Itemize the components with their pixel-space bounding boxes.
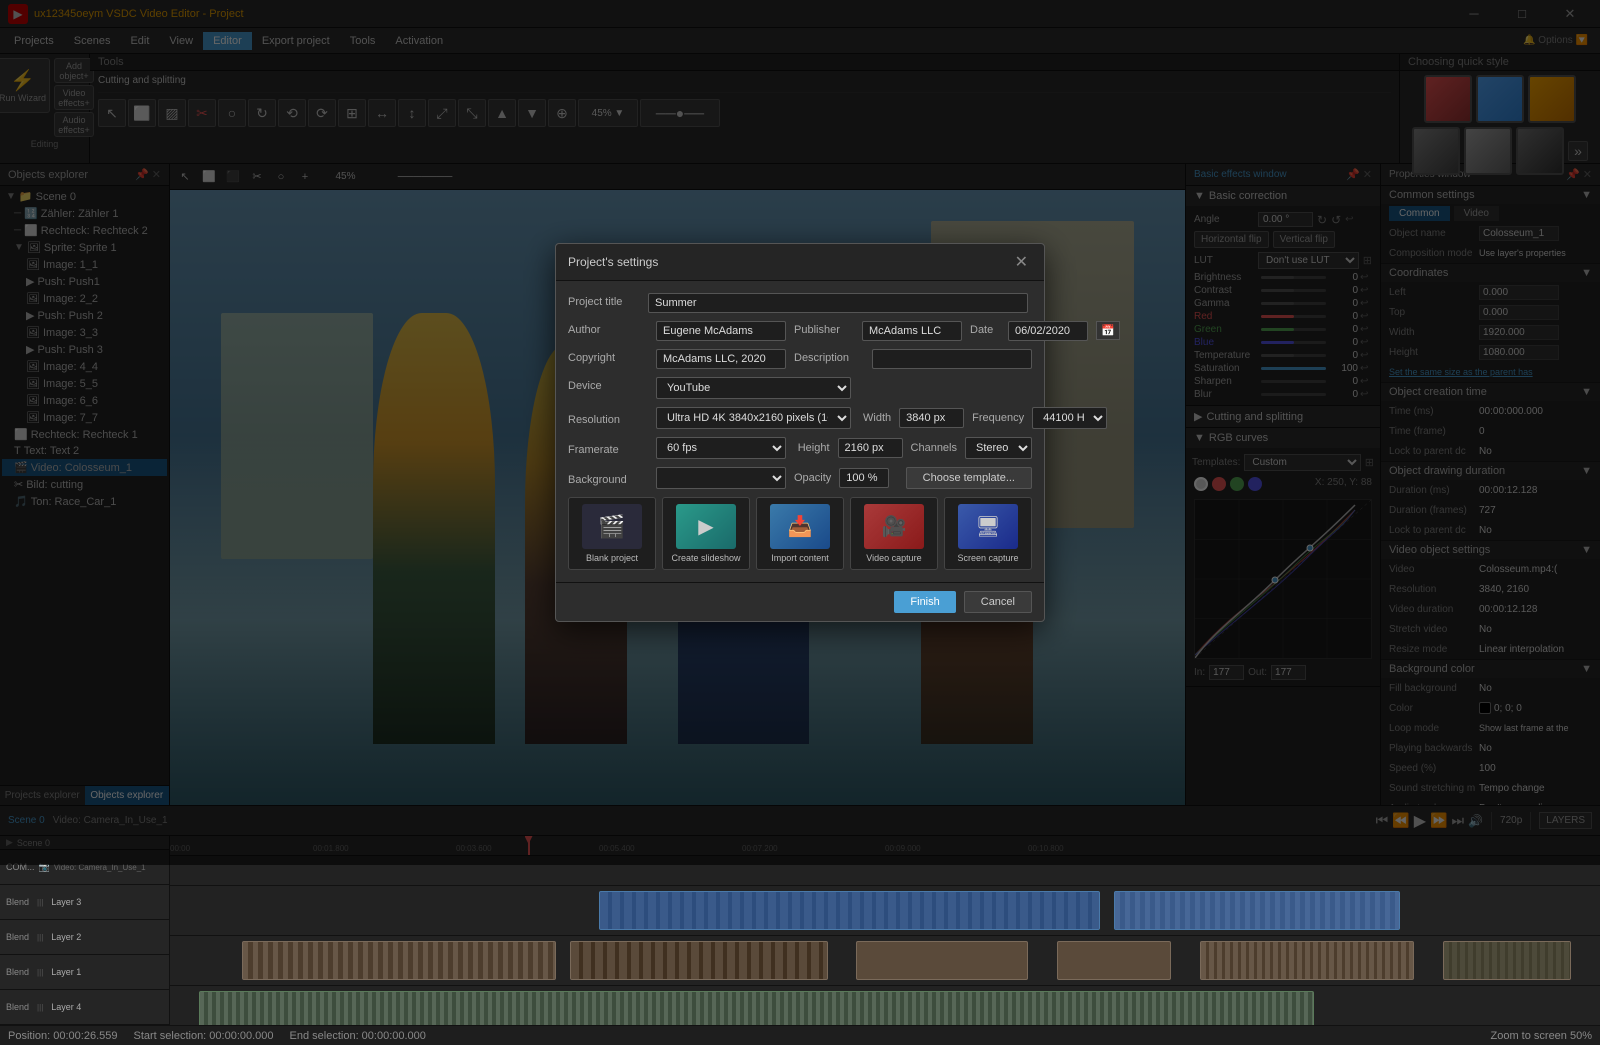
- track-layer3-label: Layer 3: [51, 897, 81, 907]
- template-slideshow-icon: ▶: [676, 504, 736, 549]
- background-select[interactable]: [656, 467, 786, 489]
- clip-layer3-1[interactable]: [599, 891, 1100, 930]
- template-blank[interactable]: 🎬 Blank project: [568, 497, 656, 570]
- template-blank-label: Blank project: [586, 553, 638, 563]
- opacity-input[interactable]: [839, 468, 889, 488]
- clip-layer2-1[interactable]: [242, 941, 557, 980]
- dialog-background-row: Background Opacity Choose template...: [568, 467, 1032, 489]
- template-screen-capture-label: Screen capture: [957, 553, 1018, 563]
- clip-layer2-3[interactable]: [856, 941, 1028, 980]
- framerate-select[interactable]: 60 fps: [656, 437, 786, 459]
- finish-button[interactable]: Finish: [894, 591, 955, 613]
- description-label: Description: [794, 349, 864, 364]
- description-input[interactable]: [872, 349, 1032, 369]
- channels-label: Channels: [911, 442, 957, 454]
- clip-layer3-2[interactable]: [1114, 891, 1400, 930]
- author-label: Author: [568, 321, 648, 336]
- dialog-framerate-row: Framerate 60 fps Height Channels Stereo: [568, 437, 1032, 459]
- width-input[interactable]: [899, 408, 964, 428]
- track-layer1-label: Layer 1: [51, 967, 81, 977]
- choose-template-button[interactable]: Choose template...: [906, 467, 1032, 489]
- template-import-label: Import content: [771, 553, 829, 563]
- dialog-close-button[interactable]: ✕: [1011, 252, 1032, 272]
- width-label: Width: [863, 412, 891, 424]
- dialog-project-title-row: Project title: [568, 293, 1032, 313]
- framerate-label: Framerate: [568, 441, 648, 456]
- publisher-label: Publisher: [794, 321, 854, 336]
- track-blend-label-3: Blend: [6, 897, 29, 907]
- project-title-label: Project title: [568, 293, 648, 308]
- publisher-input[interactable]: [862, 321, 962, 341]
- cancel-button[interactable]: Cancel: [964, 591, 1032, 613]
- clip-layer2-5[interactable]: [1200, 941, 1415, 980]
- modal-overlay: Project's settings ✕ Project title Autho…: [0, 0, 1600, 865]
- end-selection-label: End selection: 00:00:00.000: [290, 1030, 426, 1042]
- template-video-capture-icon: 🎥: [864, 504, 924, 549]
- project-settings-dialog: Project's settings ✕ Project title Autho…: [555, 243, 1045, 622]
- template-import-icon: 📥: [770, 504, 830, 549]
- project-title-input[interactable]: [648, 293, 1028, 313]
- template-grid: 🎬 Blank project ▶ Create slideshow 📥 Imp…: [568, 497, 1032, 570]
- track-label-4: Blend ||| Layer 4: [0, 990, 169, 1025]
- clip-layer2-6[interactable]: [1443, 941, 1572, 980]
- background-label: Background: [568, 471, 648, 486]
- template-slideshow-label: Create slideshow: [671, 553, 740, 563]
- dialog-title: Project's settings: [568, 255, 658, 269]
- track-blend-label-1: Blend: [6, 967, 29, 977]
- template-slideshow[interactable]: ▶ Create slideshow: [662, 497, 750, 570]
- track-layer3: [170, 886, 1600, 936]
- calendar-button[interactable]: 📅: [1096, 321, 1120, 340]
- device-label: Device: [568, 377, 648, 392]
- clip-layer1-main[interactable]: [199, 991, 1314, 1025]
- dialog-title-bar: Project's settings ✕: [556, 244, 1044, 281]
- frequency-select[interactable]: 44100 Hz: [1032, 407, 1107, 429]
- resolution-label: Resolution: [568, 411, 648, 426]
- track-layer2-label: Layer 2: [51, 932, 81, 942]
- template-screen-capture-icon: 🖥: [958, 504, 1018, 549]
- track-blend-label-2: Blend: [6, 932, 29, 942]
- track-layer1: [170, 986, 1600, 1025]
- dialog-device-row: Device YouTube: [568, 377, 1032, 399]
- dialog-footer: Finish Cancel: [556, 582, 1044, 621]
- template-video-capture-label: Video capture: [866, 553, 921, 563]
- height-label: Height: [798, 442, 830, 454]
- track-layer2: [170, 936, 1600, 986]
- track-label-3: Blend ||| Layer 3: [0, 885, 169, 920]
- resolution-select[interactable]: Ultra HD 4K 3840x2160 pixels (16: [656, 407, 851, 429]
- opacity-label: Opacity: [794, 472, 831, 484]
- zoom-to-screen-label: Zoom to screen 50%: [1491, 1030, 1593, 1042]
- start-selection-label: Start selection: 00:00:00.000: [133, 1030, 273, 1042]
- template-blank-icon: 🎬: [582, 504, 642, 549]
- position-label: Position: 00:00:26.559: [8, 1030, 117, 1042]
- track-label-1: Blend ||| Layer 1: [0, 955, 169, 990]
- author-input[interactable]: [656, 321, 786, 341]
- copyright-label: Copyright: [568, 349, 648, 364]
- date-input[interactable]: [1008, 321, 1088, 341]
- template-screen-capture[interactable]: 🖥 Screen capture: [944, 497, 1032, 570]
- clip-layer2-4[interactable]: [1057, 941, 1171, 980]
- status-bar: Position: 00:00:26.559 Start selection: …: [0, 1025, 1600, 1045]
- track-label-2: Blend ||| Layer 2: [0, 920, 169, 955]
- dialog-resolution-row: Resolution Ultra HD 4K 3840x2160 pixels …: [568, 407, 1032, 429]
- track-blend-label-4: Blend: [6, 1002, 29, 1012]
- clip-layer2-2[interactable]: [570, 941, 827, 980]
- frequency-label: Frequency: [972, 412, 1024, 424]
- template-video-capture[interactable]: 🎥 Video capture: [850, 497, 938, 570]
- copyright-input[interactable]: [656, 349, 786, 369]
- dialog-copyright-row: Copyright Description: [568, 349, 1032, 369]
- track-layer4-label: Layer 4: [51, 1002, 81, 1012]
- dialog-body: Project title Author Publisher Date 📅 Co…: [556, 281, 1044, 582]
- channels-select[interactable]: Stereo: [965, 437, 1032, 459]
- dialog-author-row: Author Publisher Date 📅: [568, 321, 1032, 341]
- height-input[interactable]: [838, 438, 903, 458]
- device-select[interactable]: YouTube: [656, 377, 851, 399]
- template-import[interactable]: 📥 Import content: [756, 497, 844, 570]
- date-label: Date: [970, 321, 1000, 336]
